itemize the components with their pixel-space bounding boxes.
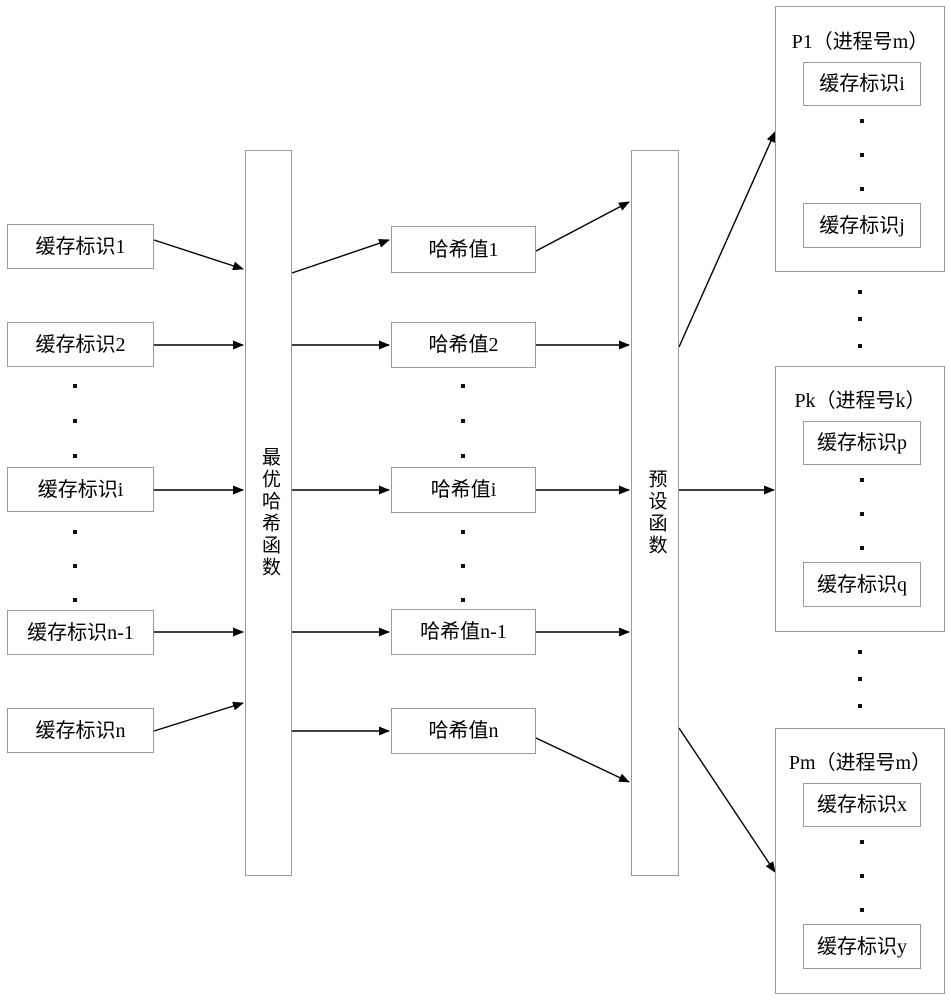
pk-ellipsis	[859, 478, 865, 550]
ellipsis-dot	[860, 546, 864, 550]
input-node-i-label: 缓存标识i	[37, 478, 124, 501]
input-node-1[interactable]: 缓存标识1	[7, 224, 154, 269]
hash-node-2[interactable]: 哈希值2	[391, 322, 536, 368]
preset-function-bar[interactable]: 预设函数	[631, 150, 679, 876]
pk-cache-item-1-label: 缓存标识p	[817, 432, 907, 454]
ellipsis-dot	[461, 530, 465, 534]
ellipsis-dot	[73, 454, 77, 458]
ellipsis-dot	[461, 598, 465, 602]
optimal-hash-function-label: 最优哈希函数	[258, 447, 280, 579]
hash-node-i[interactable]: 哈希值i	[391, 467, 536, 513]
ellipsis-dot	[461, 454, 465, 458]
optimal-hash-function-bar[interactable]: 最优哈希函数	[245, 150, 292, 876]
ellipsis-dot	[858, 650, 862, 654]
ellipsis-dot	[860, 874, 864, 878]
ellipsis-dot	[860, 478, 864, 482]
process-group-pk[interactable]: Pk（进程号k） 缓存标识p 缓存标识q	[775, 366, 945, 632]
ellipsis-dot	[73, 384, 77, 388]
ellipsis-dot	[461, 419, 465, 423]
ellipsis-dot	[73, 419, 77, 423]
ellipsis-dot	[461, 384, 465, 388]
ellipsis-dot	[461, 564, 465, 568]
hash-node-2-label: 哈希值2	[428, 334, 499, 356]
hash-node-n[interactable]: 哈希值n	[391, 708, 536, 754]
input-node-i[interactable]: 缓存标识i	[7, 467, 154, 512]
ellipsis-dot	[858, 677, 862, 681]
ellipsis-dot	[860, 153, 864, 157]
diagram-canvas: 缓存标识1 缓存标识2 缓存标识i 缓存标识n-1 缓存标识n 最优哈希函数 哈…	[0, 0, 951, 1000]
process-group-pm-title: Pm（进程号m）	[788, 752, 932, 774]
ellipsis-dot	[858, 704, 862, 708]
input-node-1-label: 缓存标识1	[35, 235, 126, 258]
ellipsis-dot	[858, 344, 862, 348]
pk-cache-item-2[interactable]: 缓存标识q	[803, 562, 921, 607]
ellipsis-dot	[860, 908, 864, 912]
p1-cache-item-1-label: 缓存标识i	[819, 73, 905, 95]
hash-node-n-1-label: 哈希值n-1	[420, 621, 507, 643]
hash-node-i-label: 哈希值i	[430, 479, 497, 501]
process-group-p1-title: P1（进程号m）	[791, 31, 929, 53]
hash-node-1-label: 哈希值1	[428, 238, 499, 261]
hash-node-n-label: 哈希值n	[428, 720, 499, 742]
p1-cache-item-1[interactable]: 缓存标识i	[803, 62, 921, 106]
ellipsis-dot	[73, 564, 77, 568]
pk-cache-item-1[interactable]: 缓存标识p	[803, 421, 921, 465]
process-ellipsis-p1-pk	[857, 290, 863, 348]
ellipsis-dot	[73, 598, 77, 602]
ellipsis-dot	[858, 290, 862, 294]
input-node-n[interactable]: 缓存标识n	[7, 708, 154, 753]
process-group-pm[interactable]: Pm（进程号m） 缓存标识x 缓存标识y	[775, 728, 945, 994]
hash-ellipsis-upper	[460, 384, 466, 458]
input-node-n-label: 缓存标识n	[35, 719, 126, 742]
ellipsis-dot	[860, 840, 864, 844]
p1-cache-item-2-label: 缓存标识j	[819, 214, 905, 237]
process-group-p1[interactable]: P1（进程号m） 缓存标识i 缓存标识j	[775, 6, 945, 272]
hash-node-n-1[interactable]: 哈希值n-1	[391, 609, 536, 655]
ellipsis-dot	[860, 512, 864, 516]
pm-cache-item-1[interactable]: 缓存标识x	[803, 783, 921, 827]
ellipsis-dot	[73, 530, 77, 534]
pm-cache-item-2-label: 缓存标识y	[817, 935, 907, 958]
input-ellipsis-upper	[72, 384, 78, 458]
ellipsis-dot	[858, 317, 862, 321]
input-node-n-1[interactable]: 缓存标识n-1	[7, 610, 154, 655]
hash-node-1[interactable]: 哈希值1	[391, 226, 536, 273]
ellipsis-dot	[860, 119, 864, 123]
input-ellipsis-lower	[72, 530, 78, 602]
input-node-2[interactable]: 缓存标识2	[7, 322, 154, 367]
input-node-2-label: 缓存标识2	[35, 333, 126, 356]
pm-cache-item-1-label: 缓存标识x	[817, 794, 907, 816]
pm-ellipsis	[859, 840, 865, 912]
process-group-pk-title: Pk（进程号k）	[794, 390, 926, 412]
pm-cache-item-2[interactable]: 缓存标识y	[803, 924, 921, 969]
pk-cache-item-2-label: 缓存标识q	[817, 573, 907, 596]
process-ellipsis-pk-pm	[857, 650, 863, 708]
ellipsis-dot	[860, 187, 864, 191]
preset-function-label: 预设函数	[645, 469, 667, 557]
p1-ellipsis	[859, 119, 865, 191]
hash-ellipsis-lower	[460, 530, 466, 602]
p1-cache-item-2[interactable]: 缓存标识j	[803, 203, 921, 248]
input-node-n-1-label: 缓存标识n-1	[27, 621, 134, 644]
